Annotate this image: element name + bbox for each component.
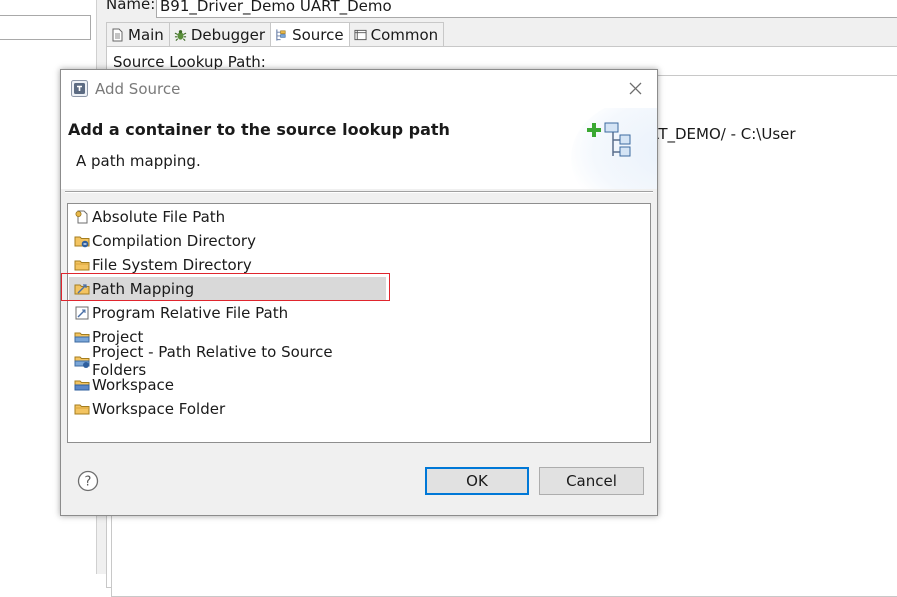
folder-icon [74,404,90,415]
path-mapping-icon [74,284,90,295]
add-container-wizard-icon [587,122,631,157]
header-title: Add a container to the source lookup pat… [68,120,450,139]
list-item-program-relative-file-path[interactable]: Program Relative File Path [69,301,386,325]
header-separator [65,191,653,193]
list-item-label: Workspace [92,376,174,394]
project-icon [74,332,90,343]
document-icon [112,28,123,41]
ok-button[interactable]: OK [425,467,529,495]
close-icon[interactable] [623,78,647,100]
list-item-absolute-file-path[interactable]: Absolute File Path [69,205,386,229]
common-icon [354,29,367,40]
cancel-button[interactable]: Cancel [539,467,644,495]
list-item-label: File System Directory [92,256,252,274]
folder-icon [74,260,90,271]
list-item-label: Compilation Directory [92,232,256,250]
header-description: A path mapping. [76,152,201,170]
help-icon[interactable]: ? [77,470,99,492]
add-source-dialog: Add Source Add a container to the source… [60,69,658,516]
program-relative-icon [75,306,89,320]
project-relative-icon [74,356,90,368]
tab-label: Common [370,25,439,44]
dialog-header: Add a container to the source lookup pat… [61,108,657,189]
filter-input[interactable] [0,15,91,40]
dialog-titlebar[interactable]: Add Source [61,70,657,108]
list-item-label: Absolute File Path [92,208,226,226]
dialog-title: Add Source [95,80,181,98]
source-icon [276,29,286,41]
svg-text:?: ? [85,475,92,490]
compilation-directory-icon [74,236,90,248]
list-item-label: Workspace Folder [92,400,226,418]
tab-source[interactable]: Source [270,22,350,47]
container-type-list[interactable]: Absolute File Path Compilation Directory… [61,203,651,443]
workspace-icon [74,380,90,391]
name-field[interactable]: B91_Driver_Demo UART_Demo [156,0,897,18]
tab-debugger[interactable]: Debugger [168,22,272,46]
tab-label: Debugger [190,25,266,44]
list-item-file-system-directory[interactable]: File System Directory [69,253,386,277]
tab-common[interactable]: Common [348,22,445,46]
list-item-label: Program Relative File Path [92,304,289,322]
name-label: Name: [106,0,156,13]
config-tabs: Main Debugger Source Common [106,22,445,47]
tab-label: Source [292,26,344,44]
list-item-project-path-relative[interactable]: Project - Path Relative to Source Folder… [69,343,386,379]
bug-icon [174,29,187,41]
list-item-workspace-folder[interactable]: Workspace Folder [69,397,386,421]
list-item-path-mapping[interactable]: Path Mapping [69,277,386,301]
absolute-file-path-icon [75,210,88,224]
list-item-compilation-directory[interactable]: Compilation Directory [69,229,386,253]
tab-label: Main [128,25,164,44]
list-item-workspace[interactable]: Workspace [69,373,386,397]
tab-main[interactable]: Main [106,22,170,46]
app-icon [71,80,88,97]
list-item-label: Path Mapping [92,280,195,298]
